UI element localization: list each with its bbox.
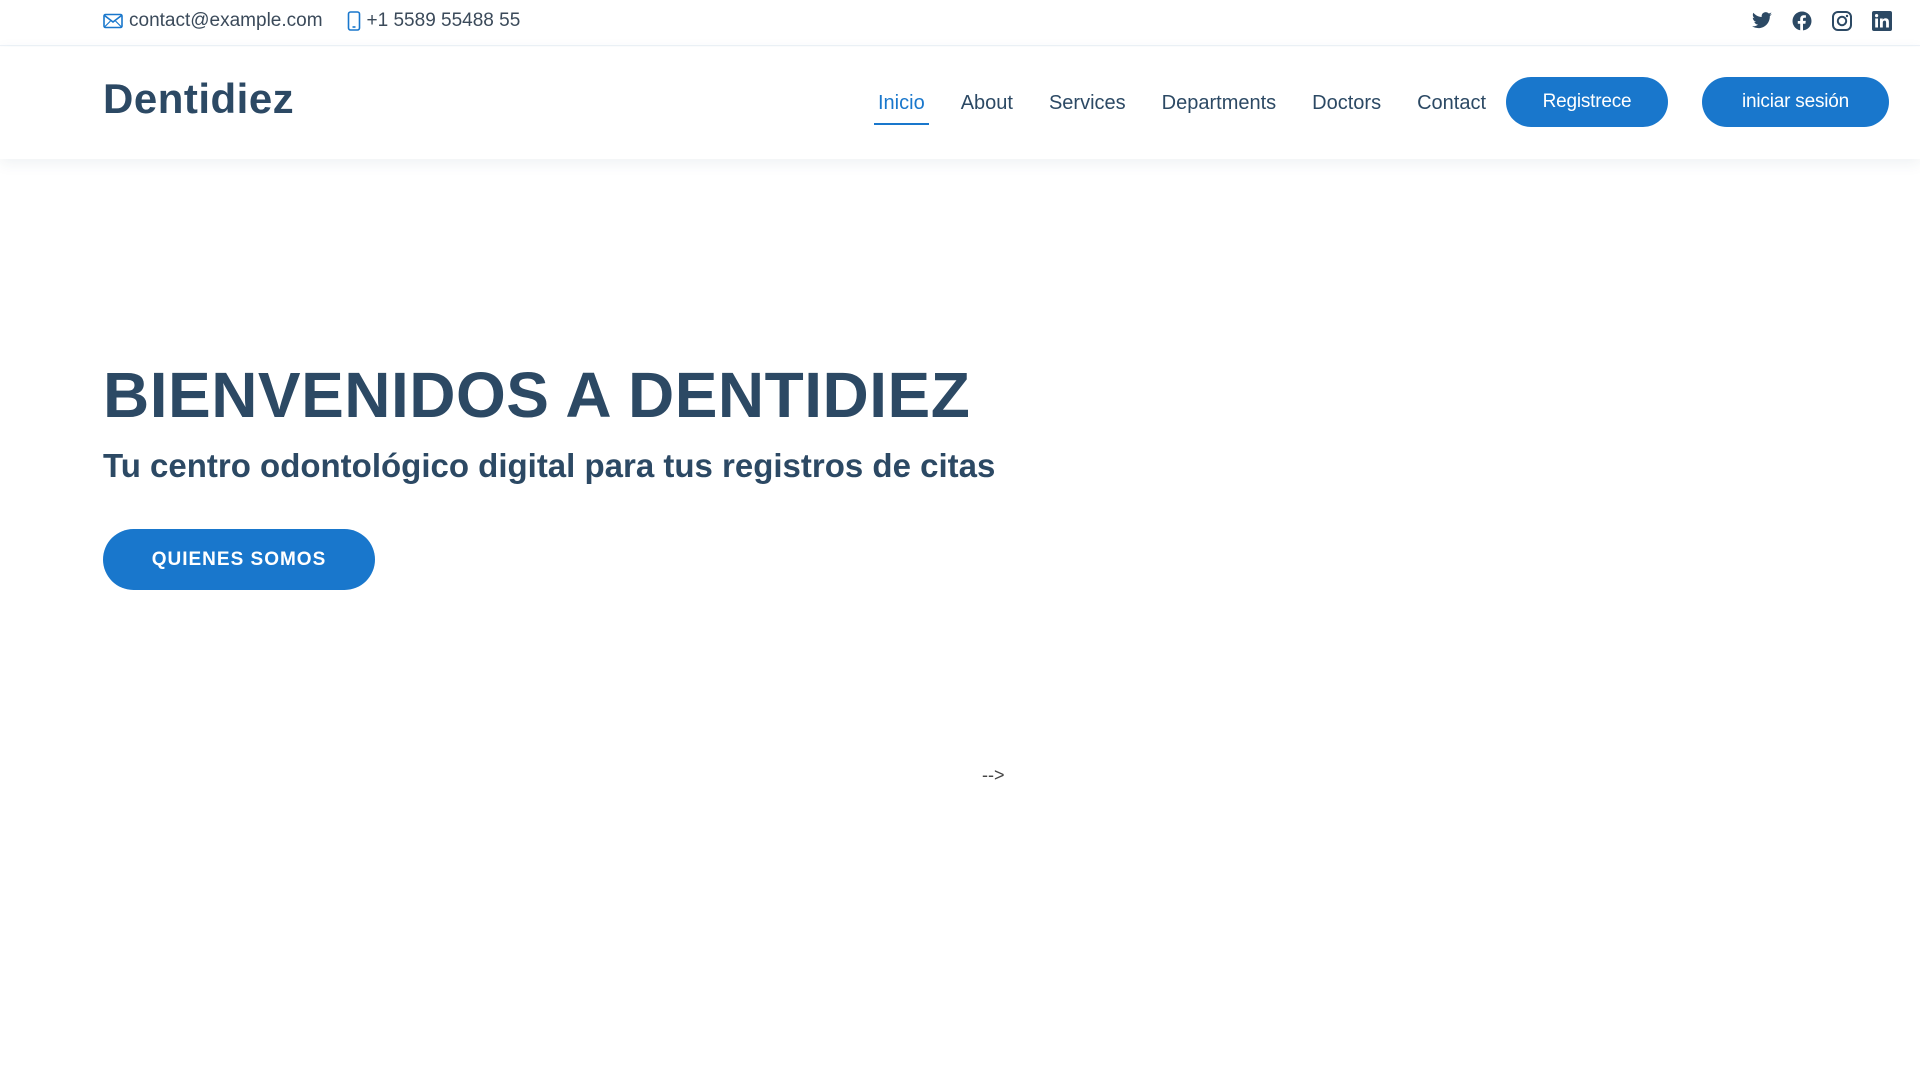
- hero-subtitle: Tu centro odontológico digital para tus …: [103, 447, 996, 484]
- email-contact[interactable]: contact@example.com: [103, 10, 323, 32]
- phone-contact[interactable]: +1 5589 55488 55: [347, 10, 521, 32]
- about-us-button[interactable]: QUIENES SOMOS: [103, 529, 375, 590]
- site-logo[interactable]: Dentidiez: [103, 75, 294, 123]
- envelope-icon: [103, 13, 123, 29]
- twitter-link[interactable]: [1750, 9, 1774, 33]
- topbar: contact@example.com +1 5589 55488 55: [0, 0, 1920, 46]
- twitter-icon: [1752, 12, 1772, 29]
- social-links: [1734, 0, 1894, 42]
- phone-text: +1 5589 55488 55: [366, 10, 521, 31]
- stray-comment-text: -->: [982, 765, 1005, 785]
- hero-title: BIENVENIDOS A DENTIDIEZ: [103, 359, 971, 431]
- phone-icon: [347, 11, 360, 31]
- instagram-icon: [1832, 11, 1852, 31]
- register-button[interactable]: Registrece: [1506, 77, 1668, 127]
- login-button[interactable]: iniciar sesión: [1702, 77, 1889, 127]
- nav-link-inicio[interactable]: Inicio: [874, 84, 929, 125]
- nav-link-departments[interactable]: Departments: [1160, 84, 1279, 123]
- linkedin-icon: [1872, 11, 1892, 31]
- instagram-link[interactable]: [1830, 9, 1854, 33]
- topbar-contact: contact@example.com +1 5589 55488 55: [103, 0, 544, 42]
- facebook-icon: [1792, 11, 1812, 31]
- nav-link-contact[interactable]: Contact: [1415, 84, 1488, 123]
- main-nav: Inicio About Services Departments Doctor…: [860, 47, 1504, 159]
- facebook-link[interactable]: [1790, 9, 1814, 33]
- nav-link-services[interactable]: Services: [1047, 84, 1128, 123]
- email-text: contact@example.com: [129, 10, 323, 31]
- site-header: Dentidiez Inicio About Services Departme…: [0, 47, 1920, 159]
- nav-link-doctors[interactable]: Doctors: [1310, 84, 1383, 123]
- nav-link-about[interactable]: About: [959, 84, 1015, 123]
- linkedin-link[interactable]: [1870, 9, 1894, 33]
